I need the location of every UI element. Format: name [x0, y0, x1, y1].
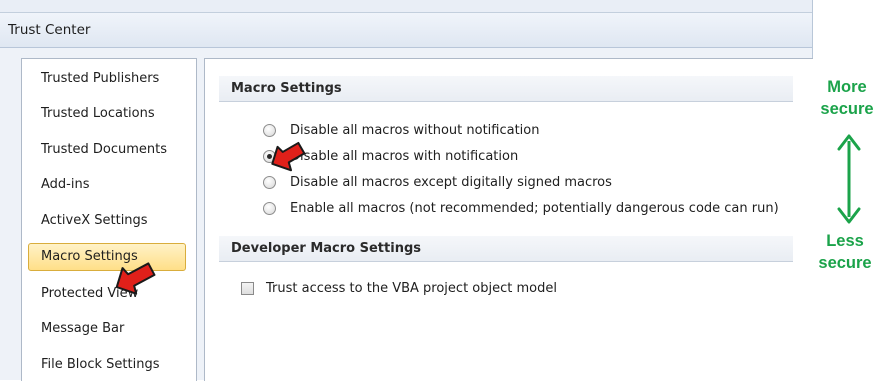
radio-button[interactable]: [263, 175, 276, 189]
radio-button[interactable]: [263, 201, 276, 215]
option-label: Enable all macros (not recommended; pote…: [290, 200, 779, 216]
option-enable-all-macros[interactable]: Enable all macros (not recommended; pote…: [263, 197, 779, 219]
sidebar-item-macro-settings[interactable]: Macro Settings: [28, 243, 186, 271]
developer-macro-settings-header: Developer Macro Settings: [219, 236, 793, 262]
option-label: Disable all macros with notification: [290, 148, 519, 164]
option-label: Disable all macros without notification: [290, 122, 540, 138]
trust-vba-checkbox[interactable]: [241, 281, 254, 295]
radio-button[interactable]: [263, 123, 276, 137]
window-title: Trust Center: [8, 22, 91, 38]
sidebar-item-trusted-documents[interactable]: Trusted Documents: [28, 136, 186, 164]
sidebar-item-file-block-settings[interactable]: File Block Settings: [28, 351, 186, 379]
more-label: More: [827, 78, 867, 96]
sidebar-item-add-ins[interactable]: Add-ins: [28, 171, 186, 199]
macro-settings-header: Macro Settings: [219, 76, 793, 102]
less-secure-annotation: Less secure: [814, 230, 874, 274]
option-label: Disable all macros except digitally sign…: [290, 174, 612, 190]
window-top-edge: [0, 0, 812, 13]
trust-vba-label: Trust access to the VBA project object m…: [266, 280, 557, 296]
sidebar-item-protected-view[interactable]: Protected View: [28, 280, 186, 308]
less-label: Less: [826, 232, 864, 250]
trust-center-sidebar: Trusted Publishers Trusted Locations Tru…: [21, 58, 197, 381]
option-disable-except-signed[interactable]: Disable all macros except digitally sign…: [263, 171, 612, 193]
red-pointer-arrow-icon: [271, 141, 306, 172]
title-bar: Trust Center: [0, 13, 812, 48]
secure-label: secure: [820, 100, 874, 118]
option-disable-without-notification[interactable]: Disable all macros without notification: [263, 119, 539, 141]
sidebar-item-activex-settings[interactable]: ActiveX Settings: [28, 207, 186, 235]
sidebar-item-message-bar[interactable]: Message Bar: [28, 315, 186, 343]
red-pointer-arrow-icon: [115, 262, 156, 295]
sidebar-item-trusted-locations[interactable]: Trusted Locations: [28, 100, 186, 128]
double-arrow-icon: [837, 134, 861, 224]
trust-vba-access-option[interactable]: Trust access to the VBA project object m…: [241, 277, 557, 299]
more-secure-annotation: More secure: [816, 76, 874, 120]
settings-panel: Macro Settings Disable all macros withou…: [204, 58, 813, 381]
secure-label: secure: [818, 254, 872, 272]
sidebar-item-trusted-publishers[interactable]: Trusted Publishers: [28, 65, 186, 93]
trust-center-dialog: Trust Center Trusted Publishers Trusted …: [0, 0, 813, 381]
